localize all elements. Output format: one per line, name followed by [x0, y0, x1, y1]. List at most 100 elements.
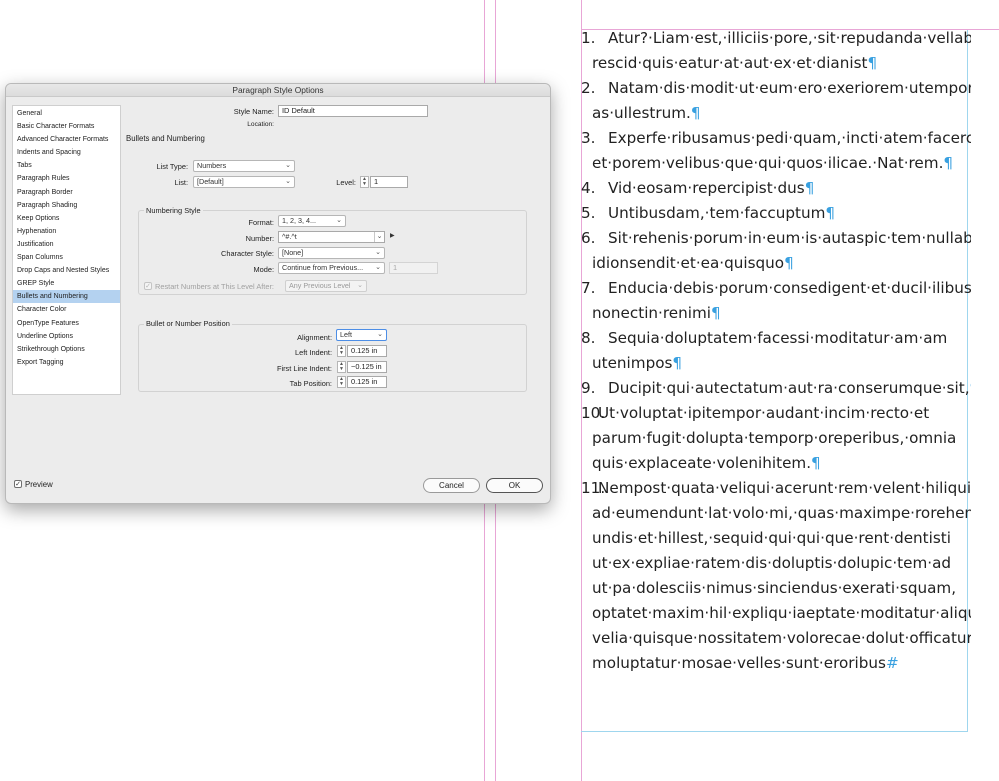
character-style-label: Character Style: — [221, 249, 274, 258]
sidebar-item-strikethrough-options[interactable]: Strikethrough Options — [13, 343, 120, 356]
list-paragraph[interactable]: 7. Enducia·debis·porum·consedigent·et·duc… — [581, 276, 971, 326]
text-line: idionsendit·et·ea·quisquo¶ — [592, 251, 971, 276]
sidebar-item-character-color[interactable]: Character Color — [13, 303, 120, 316]
text-line: Ut·voluptat·ipitempor·audant·incim·recto… — [592, 401, 971, 426]
sidebar-item-tabs[interactable]: Tabs — [13, 159, 120, 172]
text-line-content: Sit·rehenis·porum·in·eum·is·autaspic·tem… — [608, 229, 971, 247]
list-number: 8. — [581, 329, 596, 347]
sidebar-item-paragraph-border[interactable]: Paragraph Border — [13, 186, 120, 199]
style-name-label: Style Name: — [233, 107, 274, 116]
text-line-content: Sequia·doluptatem·facessi·moditatur·am·a… — [608, 329, 948, 347]
text-line: Atur?·Liam·est,·illiciis·pore,·sit·repud… — [592, 26, 971, 51]
tab-position-input[interactable]: 0.125 in — [347, 376, 387, 388]
text-line-content: Experfe·ribusamus·pedi·quam,·incti·atem·… — [608, 129, 971, 147]
text-line: rescid·quis·eatur·at·aut·ex·et·dianist¶ — [592, 51, 971, 76]
format-label: Format: — [248, 218, 274, 227]
alignment-dropdown[interactable]: Left ⌄ — [336, 329, 387, 341]
text-line-content: Ut·voluptat·ipitempor·audant·incim·recto… — [598, 404, 930, 422]
ok-button[interactable]: OK — [486, 478, 543, 493]
number-value: ^#.^t — [282, 232, 297, 241]
text-line-content: velia·quisque·nossitatem·volorecae·dolut… — [592, 629, 971, 647]
text-line: Vid·eosam·repercipist·dus¶ — [592, 176, 971, 201]
pilcrow-icon: ¶ — [970, 379, 971, 397]
character-style-dropdown[interactable]: [None] ⌄ — [278, 247, 385, 259]
text-line-content: idionsendit·et·ea·quisquo — [592, 254, 785, 272]
text-line-content: Ducipit·qui·autectatum·aut·ra·conserumqu… — [608, 379, 970, 397]
list-paragraph[interactable]: 8. Sequia·doluptatem·facessi·moditatur·am… — [581, 326, 971, 376]
list-number: 3. — [581, 129, 596, 147]
text-line: parum·fugit·dolupta·temporp·oreperibus,·… — [592, 426, 971, 451]
pilcrow-icon: ¶ — [710, 304, 721, 322]
sidebar-item-opentype-features[interactable]: OpenType Features — [13, 317, 120, 330]
character-style-value: [None] — [282, 248, 304, 257]
text-line-content: Untibusdam,·tem·faccuptum — [608, 204, 826, 222]
text-line: Natam·dis·modit·ut·eum·ero·exeriorem·ute… — [592, 76, 971, 101]
section-title: Bullets and Numbering — [126, 134, 205, 143]
text-line: as·ullestrum.¶ — [592, 101, 971, 126]
text-line-content: quis·explaceate·volenihitem. — [592, 454, 812, 472]
numbering-style-title: Numbering Style — [144, 206, 203, 215]
mode-number-input[interactable]: 1 — [389, 262, 438, 274]
list-number: 10. — [581, 404, 606, 422]
alignment-value: Left — [340, 330, 352, 339]
list-paragraph[interactable]: 9. Ducipit·qui·autectatum·aut·ra·conserum… — [581, 376, 971, 401]
number-combo[interactable]: ^#.^t ⌄ — [278, 231, 385, 243]
level-input[interactable]: 1 — [370, 176, 408, 188]
preview-checkbox[interactable]: ✓ — [14, 480, 22, 488]
left-indent-input[interactable]: 0.125 in — [347, 345, 387, 357]
list-number: 11. — [581, 479, 606, 497]
style-name-input[interactable]: ID Default — [278, 105, 428, 117]
sidebar-item-advanced-character-formats[interactable]: Advanced Character Formats — [13, 133, 120, 146]
list-paragraph[interactable]: 3. Experfe·ribusamus·pedi·quam,·incti·ate… — [581, 126, 971, 176]
cancel-button[interactable]: Cancel — [423, 478, 480, 493]
sidebar-item-export-tagging[interactable]: Export Tagging — [13, 356, 120, 369]
list-paragraph[interactable]: 6. Sit·rehenis·porum·in·eum·is·autaspic·t… — [581, 226, 971, 276]
sidebar-item-paragraph-rules[interactable]: Paragraph Rules — [13, 172, 120, 185]
text-line-content: Atur?·Liam·est,·illiciis·pore,·sit·repud… — [608, 29, 971, 47]
format-dropdown[interactable]: 1, 2, 3, 4... ⌄ — [278, 215, 346, 227]
list-type-dropdown[interactable]: Numbers ⌄ — [193, 160, 295, 172]
alignment-label: Alignment: — [297, 333, 332, 342]
tab-position-stepper[interactable]: ▲ ▼ — [337, 376, 346, 388]
list-paragraph[interactable]: 2. Natam·dis·modit·ut·eum·ero·exeriorem·u… — [581, 76, 971, 126]
first-line-indent-input[interactable]: −0.125 in — [347, 361, 387, 373]
tab-position-label: Tab Position: — [289, 379, 332, 388]
chevron-down-icon[interactable]: ⌄ — [374, 232, 384, 242]
preview-label: Preview — [25, 480, 53, 489]
list-paragraph[interactable]: 1. Atur?·Liam·est,·illiciis·pore,·sit·rep… — [581, 26, 971, 76]
list-dropdown[interactable]: [Default] ⌄ — [193, 176, 295, 188]
text-line: optatet·maxim·hil·expliqu·iaeptate·modit… — [592, 601, 971, 626]
category-list[interactable]: General Basic Character Formats Advanced C… — [12, 105, 121, 395]
text-line: nonectin·renimi¶ — [592, 301, 971, 326]
sidebar-item-drop-caps-and-nested-styles[interactable]: Drop Caps and Nested Styles — [13, 264, 120, 277]
sidebar-item-paragraph-shading[interactable]: Paragraph Shading — [13, 199, 120, 212]
sidebar-item-hyphenation[interactable]: Hyphenation — [13, 225, 120, 238]
text-line-content: undis·et·hillest,·sequid·qui·qui·que·ren… — [592, 529, 951, 547]
insert-special-character-icon[interactable]: ▶ — [390, 232, 395, 239]
sidebar-item-bullets-and-numbering[interactable]: Bullets and Numbering — [13, 290, 120, 304]
list-paragraph[interactable]: 4. Vid·eosam·repercipist·dus¶ — [581, 176, 971, 201]
text-line: et·porem·velibus·que·qui·quos·ilicae.·Na… — [592, 151, 971, 176]
restart-numbers-checkbox[interactable]: ✓ — [144, 282, 152, 290]
sidebar-item-underline-options[interactable]: Underline Options — [13, 330, 120, 343]
level-stepper[interactable]: ▲ ▼ — [360, 176, 369, 188]
list-paragraph[interactable]: 10. Ut·voluptat·ipitempor·audant·incim·re… — [581, 401, 971, 476]
sidebar-item-span-columns[interactable]: Span Columns — [13, 251, 120, 264]
first-line-indent-stepper[interactable]: ▲ ▼ — [337, 361, 346, 373]
restart-level-dropdown[interactable]: Any Previous Level ⌄ — [285, 280, 367, 292]
chevron-down-icon: ⌄ — [357, 282, 363, 289]
sidebar-item-grep-style[interactable]: GREP Style — [13, 277, 120, 290]
sidebar-item-indents-and-spacing[interactable]: Indents and Spacing — [13, 146, 120, 159]
sidebar-item-keep-options[interactable]: Keep Options — [13, 212, 120, 225]
left-indent-stepper[interactable]: ▲ ▼ — [337, 345, 346, 357]
sidebar-item-basic-character-formats[interactable]: Basic Character Formats — [13, 120, 120, 133]
sidebar-item-general[interactable]: General — [13, 107, 120, 120]
sidebar-item-justification[interactable]: Justification — [13, 238, 120, 251]
pilcrow-icon: ¶ — [867, 54, 878, 72]
mode-dropdown[interactable]: Continue from Previous... ⌄ — [278, 262, 385, 274]
document-text[interactable]: 1. Atur?·Liam·est,·illiciis·pore,·sit·rep… — [581, 26, 999, 686]
list-paragraph[interactable]: 5. Untibusdam,·tem·faccuptum¶ — [581, 201, 971, 226]
text-line: Untibusdam,·tem·faccuptum¶ — [592, 201, 971, 226]
list-label: List: — [174, 178, 188, 187]
list-paragraph[interactable]: 11. Nempost·quata·veliqui·acerunt·rem·vel… — [581, 476, 971, 676]
